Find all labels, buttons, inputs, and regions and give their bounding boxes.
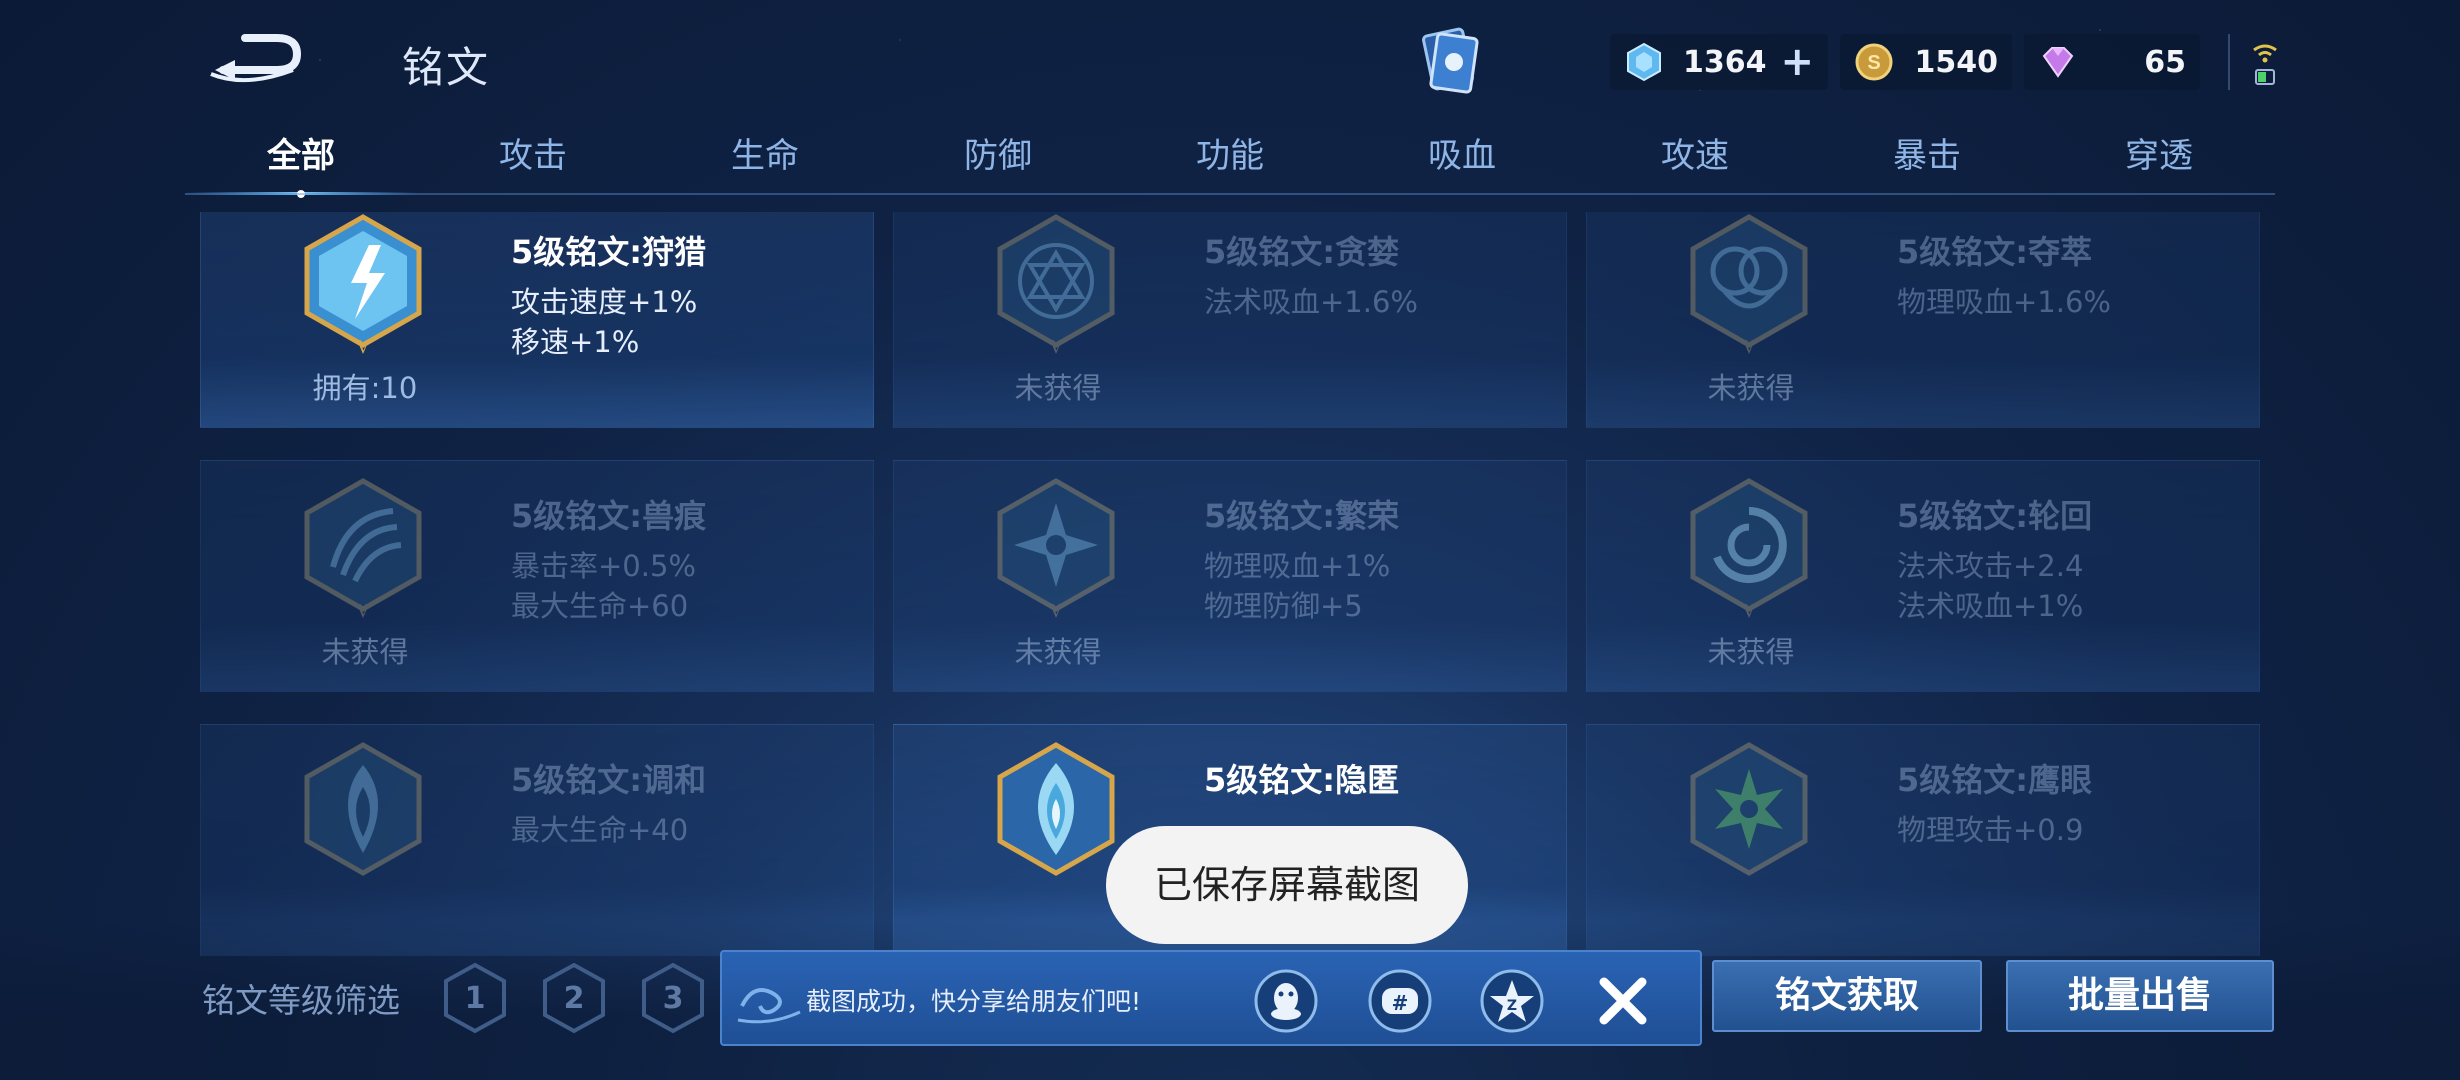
blue-crystal-icon: [1627, 42, 1661, 82]
inscription-card-reincarnation[interactable]: V 5级铭文:轮回 法术攻击+2.4 法术吸血+1% 未获得: [1586, 460, 2260, 692]
inscription-card-beastmark[interactable]: V 5级铭文:兽痕 暴击率+0.5% 最大生命+60 未获得: [200, 460, 874, 692]
coin-value: 1540: [1914, 44, 1999, 80]
inscription-card-greed[interactable]: V 5级铭文:贪婪 法术吸血+1.6% 未获得: [893, 212, 1567, 428]
wifi-battery-icon: [2253, 44, 2277, 85]
inscription-stat: 法术吸血+1%: [1897, 589, 2084, 623]
inscription-stat: 物理防御+5: [1204, 589, 1363, 623]
svg-text:#: #: [1392, 991, 1409, 1015]
inscription-card-prosperity[interactable]: V 5级铭文:繁荣 物理吸血+1% 物理防御+5 未获得: [893, 460, 1567, 692]
inscription-stat: 法术攻击+2.4: [1897, 549, 2084, 583]
level-filter-label: 铭文等级筛选: [202, 981, 400, 1020]
tab-penetration[interactable]: 穿透: [2043, 128, 2275, 177]
inscription-stat: 暴击率+0.5%: [511, 549, 696, 583]
level-filter-1[interactable]: 1: [442, 962, 508, 1034]
inscription-stat: 移速+1%: [511, 325, 640, 359]
diamond-counter: 65: [2024, 34, 2200, 90]
inscription-stat: 最大生命+60: [511, 589, 689, 623]
prosperity-inscription-icon: V: [997, 478, 1115, 622]
crystal-value: 1364: [1682, 44, 1767, 80]
inscription-name: 5级铭文:轮回: [1897, 497, 2093, 535]
svg-text:V: V: [356, 600, 371, 622]
svg-text:V: V: [1049, 336, 1064, 358]
harmony-inscription-icon: [304, 742, 422, 876]
gold-coin-icon: S: [1855, 43, 1893, 81]
level-filter-3[interactable]: 3: [640, 962, 706, 1034]
owned-count: 未获得: [1707, 635, 1795, 669]
owned-count: 未获得: [321, 635, 409, 669]
tab-all[interactable]: 全部: [185, 128, 417, 177]
svg-text:Z: Z: [1507, 998, 1517, 1014]
close-icon[interactable]: [1590, 968, 1656, 1034]
inscription-name: 5级铭文:兽痕: [511, 497, 707, 535]
tab-function[interactable]: 功能: [1114, 128, 1346, 177]
add-crystal-button[interactable]: +: [1780, 42, 1814, 82]
level-number: 1: [464, 980, 486, 1016]
eagle-eye-inscription-icon: [1690, 742, 1808, 876]
inscription-card-hunt[interactable]: V 5级铭文:狩猎 攻击速度+1% 移速+1% 拥有:10: [200, 212, 874, 428]
svg-text:V: V: [356, 336, 371, 358]
stealth-inscription-icon: [997, 742, 1115, 876]
inscription-name: 5级铭文:狩猎: [511, 233, 707, 271]
greed-inscription-icon: V: [997, 214, 1115, 358]
owned-count: 未获得: [1707, 371, 1795, 405]
svg-text:V: V: [1742, 600, 1757, 622]
svg-text:V: V: [1742, 336, 1757, 358]
tab-crit[interactable]: 暴击: [1811, 128, 2043, 177]
bulk-sell-button[interactable]: 批量出售: [2006, 960, 2274, 1032]
inscription-name: 5级铭文:鹰眼: [1897, 761, 2093, 799]
seize-inscription-icon: V: [1690, 214, 1808, 358]
inscription-name: 5级铭文:隐匿: [1204, 761, 1400, 799]
qq-share-icon[interactable]: [1252, 968, 1320, 1034]
svg-text:V: V: [1049, 600, 1064, 622]
inscription-book-icon[interactable]: [1412, 22, 1488, 98]
inscription-name: 5级铭文:繁荣: [1204, 497, 1400, 535]
header-divider: [2228, 34, 2230, 90]
tab-attack-speed[interactable]: 攻速: [1579, 128, 1811, 177]
inscription-name: 5级铭文:贪婪: [1204, 233, 1400, 271]
owned-count: 拥有:10: [312, 371, 418, 405]
tab-lifesteal[interactable]: 吸血: [1346, 128, 1578, 177]
level-filter-2[interactable]: 2: [541, 962, 607, 1034]
topic-share-icon[interactable]: #: [1366, 968, 1434, 1034]
diamond-value: 65: [2144, 44, 2186, 80]
qzone-share-icon[interactable]: Z: [1478, 968, 1546, 1034]
inscription-stat: 攻击速度+1%: [511, 285, 698, 319]
inscription-card-seize[interactable]: V 5级铭文:夺萃 物理吸血+1.6% 未获得: [1586, 212, 2260, 428]
owned-count: 未获得: [1014, 371, 1102, 405]
page-title: 铭文: [402, 43, 491, 92]
inscription-stat: 物理攻击+0.9: [1897, 813, 2084, 847]
hunt-inscription-icon: V: [304, 214, 422, 358]
level-number: 2: [563, 980, 585, 1016]
swirl-decoration-icon: [737, 988, 801, 1024]
category-tabs: 全部 攻击 生命 防御 功能 吸血 攻速 暴击 穿透: [185, 128, 2275, 198]
inscription-stat: 法术吸血+1.6%: [1204, 285, 1418, 319]
coin-counter: S 1540: [1840, 34, 2012, 90]
screenshot-share-panel: 截图成功，快分享给朋友们吧! # Z: [720, 950, 1702, 1046]
tab-attack[interactable]: 攻击: [417, 128, 649, 177]
tab-health[interactable]: 生命: [649, 128, 881, 177]
crystal-counter: 1364 +: [1610, 34, 1828, 90]
share-message: 截图成功，快分享给朋友们吧!: [806, 987, 1142, 1016]
inscription-stat: 物理吸血+1.6%: [1897, 285, 2111, 319]
inscription-name: 5级铭文:夺萃: [1897, 233, 2093, 271]
owned-count: 未获得: [1014, 635, 1102, 669]
screenshot-saved-toast: 已保存屏幕截图: [1106, 826, 1468, 944]
level-number: 3: [662, 980, 684, 1016]
get-inscription-button[interactable]: 铭文获取: [1712, 960, 1982, 1032]
tab-defense[interactable]: 防御: [882, 128, 1114, 177]
purple-diamond-icon: [2042, 47, 2074, 78]
beastmark-inscription-icon: V: [304, 478, 422, 622]
back-arrow-icon[interactable]: [205, 30, 305, 84]
inscription-stat: 最大生命+40: [511, 813, 689, 847]
inscription-stat: 物理吸血+1%: [1204, 549, 1391, 583]
reincarnation-inscription-icon: V: [1690, 478, 1808, 622]
tab-divider: [185, 193, 2275, 195]
svg-text:S: S: [1867, 52, 1880, 74]
inscription-name: 5级铭文:调和: [511, 761, 707, 799]
